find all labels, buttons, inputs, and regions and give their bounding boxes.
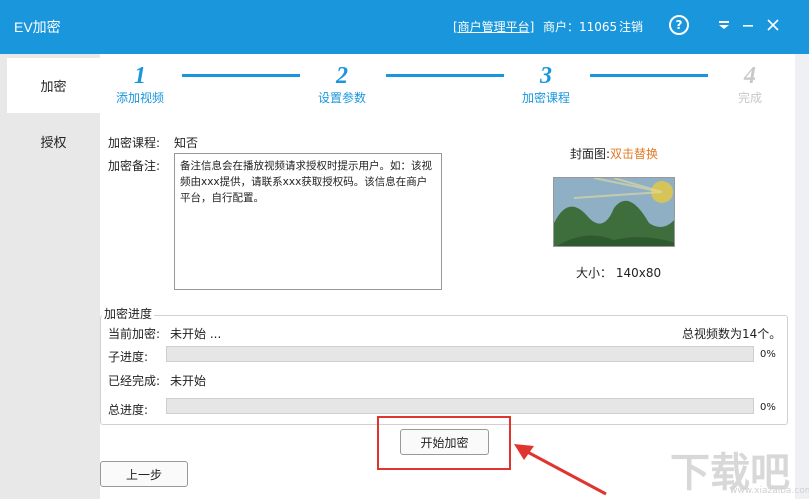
logout-link[interactable]: 注销 bbox=[619, 18, 643, 35]
cover-replace-link[interactable]: 双击替换 bbox=[610, 147, 658, 161]
tab-authorize[interactable]: 授权 bbox=[7, 114, 100, 169]
sub-progress-percent: 0% bbox=[760, 349, 776, 360]
notes-label: 加密备注: bbox=[108, 159, 161, 173]
total-progress-label: 总进度: bbox=[108, 403, 149, 417]
merchant-platform-link[interactable]: [商户管理平台] bbox=[453, 18, 534, 35]
close-icon[interactable] bbox=[762, 14, 784, 36]
cover-size: 大小： 140x80 bbox=[576, 266, 662, 280]
notes-textarea[interactable]: 备注信息会在播放视频请求授权时提示用户。如：该视频由xxx提供，请联系xxx获取… bbox=[174, 153, 442, 290]
cover-image[interactable] bbox=[553, 177, 675, 247]
step-4: 4 完成 bbox=[710, 62, 790, 106]
previous-step-button[interactable]: 上一步 bbox=[100, 461, 188, 487]
done-label: 已经完成: bbox=[108, 374, 161, 388]
step-connector bbox=[182, 74, 300, 77]
annotation-arrow bbox=[514, 444, 607, 496]
cover-label: 封面图:双击替换 bbox=[570, 145, 658, 162]
step-number: 4 bbox=[744, 63, 756, 89]
course-value: 知否 bbox=[174, 136, 199, 150]
step-connector bbox=[590, 74, 708, 77]
done-value: 未开始 bbox=[170, 374, 207, 388]
step-label: 加密课程 bbox=[521, 91, 570, 105]
progress-group-title: 加密进度 bbox=[102, 305, 155, 322]
current-value: 未开始 ... bbox=[170, 327, 222, 341]
title-bar: EV加密 [商户管理平台] 商户：11065 注销 ? bbox=[0, 0, 809, 54]
step-number: 1 bbox=[134, 63, 146, 89]
cover-label-text: 封面图: bbox=[570, 147, 611, 161]
course-label: 加密课程: bbox=[108, 136, 161, 150]
watermark-url: www.xiazaiba.com bbox=[730, 486, 809, 496]
step-label: 完成 bbox=[737, 91, 762, 105]
tab-encrypt[interactable]: 加密 bbox=[7, 58, 100, 113]
step-2: 2 设置参数 bbox=[302, 62, 382, 106]
merchant-id: 商户：11065 bbox=[543, 20, 618, 34]
side-tabs: 加密 授权 bbox=[0, 54, 100, 499]
total-progress-percent: 0% bbox=[760, 402, 776, 413]
step-connector bbox=[386, 74, 504, 77]
dropdown-menu-icon[interactable] bbox=[713, 14, 735, 36]
help-icon[interactable]: ? bbox=[669, 15, 689, 35]
step-label: 添加视频 bbox=[115, 91, 164, 105]
minimize-icon[interactable] bbox=[737, 14, 759, 36]
step-number: 3 bbox=[540, 63, 552, 89]
annotation-highlight-box bbox=[377, 416, 511, 470]
sub-progress-bar bbox=[166, 346, 754, 362]
sub-progress-label: 子进度: bbox=[108, 350, 149, 364]
total-progress-bar bbox=[166, 398, 754, 414]
step-1: 1 添加视频 bbox=[100, 62, 180, 106]
step-label: 设置参数 bbox=[317, 91, 366, 105]
step-number: 2 bbox=[336, 63, 348, 89]
current-label: 当前加密: bbox=[108, 327, 161, 341]
total-videos: 总视频数为14个。 bbox=[682, 327, 782, 341]
step-3: 3 加密课程 bbox=[506, 62, 586, 106]
app-title: EV加密 bbox=[14, 19, 61, 35]
